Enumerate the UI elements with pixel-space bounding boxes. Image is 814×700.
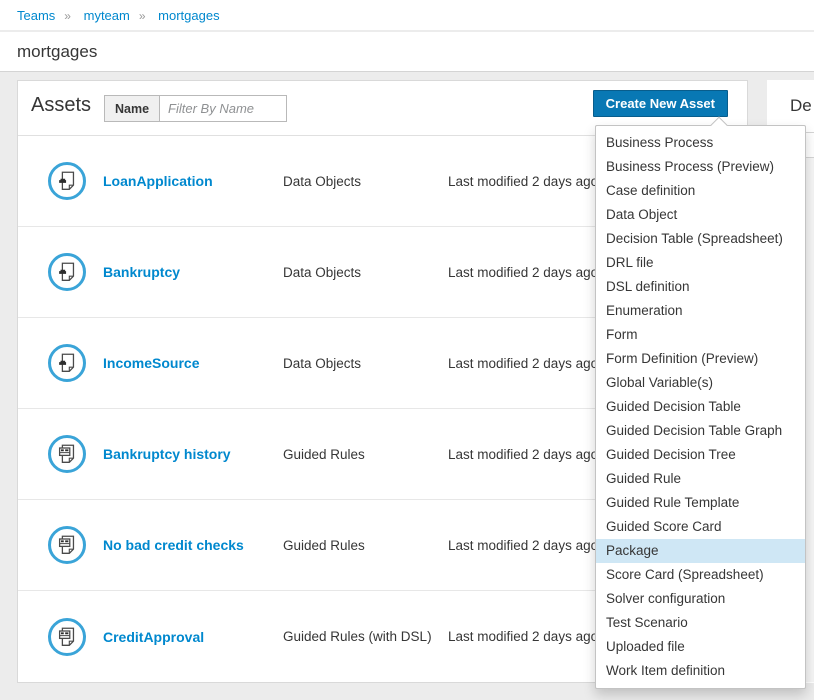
dropdown-item[interactable]: Guided Rule Template [596, 491, 805, 515]
data-object-icon [55, 351, 79, 375]
dropdown-item[interactable]: Guided Decision Table [596, 395, 805, 419]
dropdown-item[interactable]: Enumeration [596, 299, 805, 323]
dropdown-item-list: Business Process Business Process (Previ… [596, 131, 805, 683]
asset-last-modified: Last modified 2 days ago [448, 356, 598, 371]
asset-name-link[interactable]: CreditApproval [103, 629, 283, 645]
page-title: mortgages [17, 42, 97, 62]
breadcrumb: Teams » myteam » mortgages [0, 0, 814, 31]
asset-icon-cell [48, 435, 103, 473]
filter-group: Name [104, 95, 287, 122]
dropdown-item[interactable]: Form [596, 323, 805, 347]
assets-panel-title: Assets [31, 94, 91, 117]
dropdown-item[interactable]: Guided Decision Tree [596, 443, 805, 467]
asset-type-badge [48, 344, 86, 382]
data-object-icon [55, 260, 79, 284]
breadcrumb-segment: Teams » [17, 8, 80, 23]
breadcrumb-link[interactable]: Teams [17, 8, 55, 23]
asset-icon-cell [48, 253, 103, 291]
asset-type-badge [48, 435, 86, 473]
dropdown-item[interactable]: Global Variable(s) [596, 371, 805, 395]
dropdown-item[interactable]: Business Process (Preview) [596, 155, 805, 179]
asset-name-link[interactable]: No bad credit checks [103, 537, 283, 553]
asset-type-badge [48, 526, 86, 564]
asset-type-badge [48, 162, 86, 200]
dropdown-item[interactable]: Business Process [596, 131, 805, 155]
asset-type-label: Data Objects [283, 265, 448, 280]
dropdown-item[interactable]: DRL file [596, 251, 805, 275]
screen: { "breadcrumb": { "items": ["Teams", "my… [0, 0, 814, 700]
filter-name-label: Name [104, 95, 159, 122]
breadcrumb-items: Teams » myteam » mortgages [17, 8, 220, 23]
dropdown-item[interactable]: Form Definition (Preview) [596, 347, 805, 371]
breadcrumb-link[interactable]: myteam [84, 8, 130, 23]
filter-by-name-input[interactable] [159, 95, 287, 122]
asset-last-modified: Last modified 2 days ago [448, 538, 598, 553]
breadcrumb-separator-icon: » [64, 9, 71, 23]
asset-type-label: Data Objects [283, 356, 448, 371]
asset-name-link[interactable]: IncomeSource [103, 355, 283, 371]
asset-last-modified: Last modified 2 days ago [448, 629, 598, 644]
asset-icon-cell [48, 618, 103, 656]
asset-type-badge [48, 253, 86, 291]
dropdown-item[interactable]: Data Object [596, 203, 805, 227]
dropdown-item[interactable]: Guided Rule [596, 467, 805, 491]
asset-last-modified: Last modified 2 days ago [448, 265, 598, 280]
asset-type-label: Data Objects [283, 174, 448, 189]
guided-rule-icon [55, 442, 79, 466]
asset-type-badge [48, 618, 86, 656]
asset-last-modified: Last modified 2 days ago [448, 447, 598, 462]
dropdown-item[interactable]: Decision Table (Spreadsheet) [596, 227, 805, 251]
create-new-asset-button[interactable]: Create New Asset [593, 90, 728, 117]
dropdown-item[interactable]: Work Item definition [596, 659, 805, 683]
dropdown-item[interactable]: DSL definition [596, 275, 805, 299]
breadcrumb-segment: myteam » [84, 8, 155, 23]
dropdown-item[interactable]: Score Card (Spreadsheet) [596, 563, 805, 587]
asset-type-label: Guided Rules [283, 538, 448, 553]
asset-last-modified: Last modified 2 days ago [448, 174, 598, 189]
dropdown-item[interactable]: Package [596, 539, 805, 563]
asset-type-label: Guided Rules (with DSL) [283, 629, 448, 644]
create-asset-dropdown-menu: Business Process Business Process (Previ… [595, 125, 806, 689]
asset-type-label: Guided Rules [283, 447, 448, 462]
dropdown-item[interactable]: Uploaded file [596, 635, 805, 659]
asset-icon-cell [48, 162, 103, 200]
asset-name-link[interactable]: Bankruptcy history [103, 446, 283, 462]
asset-icon-cell [48, 344, 103, 382]
asset-icon-cell [48, 526, 103, 564]
dropdown-item[interactable]: Solver configuration [596, 587, 805, 611]
dropdown-item[interactable]: Guided Score Card [596, 515, 805, 539]
dropdown-item[interactable]: Case definition [596, 179, 805, 203]
title-bar: mortgages [0, 32, 814, 72]
asset-name-link[interactable]: Bankruptcy [103, 264, 283, 280]
breadcrumb-separator-icon: » [139, 9, 146, 23]
dropdown-item[interactable]: Guided Decision Table Graph [596, 419, 805, 443]
breadcrumb-segment: mortgages [158, 8, 219, 23]
asset-name-link[interactable]: LoanApplication [103, 173, 283, 189]
dropdown-item[interactable]: Test Scenario [596, 611, 805, 635]
guided-rule-icon [55, 625, 79, 649]
guided-rule-icon [55, 533, 79, 557]
breadcrumb-link[interactable]: mortgages [158, 8, 219, 23]
data-object-icon [55, 169, 79, 193]
